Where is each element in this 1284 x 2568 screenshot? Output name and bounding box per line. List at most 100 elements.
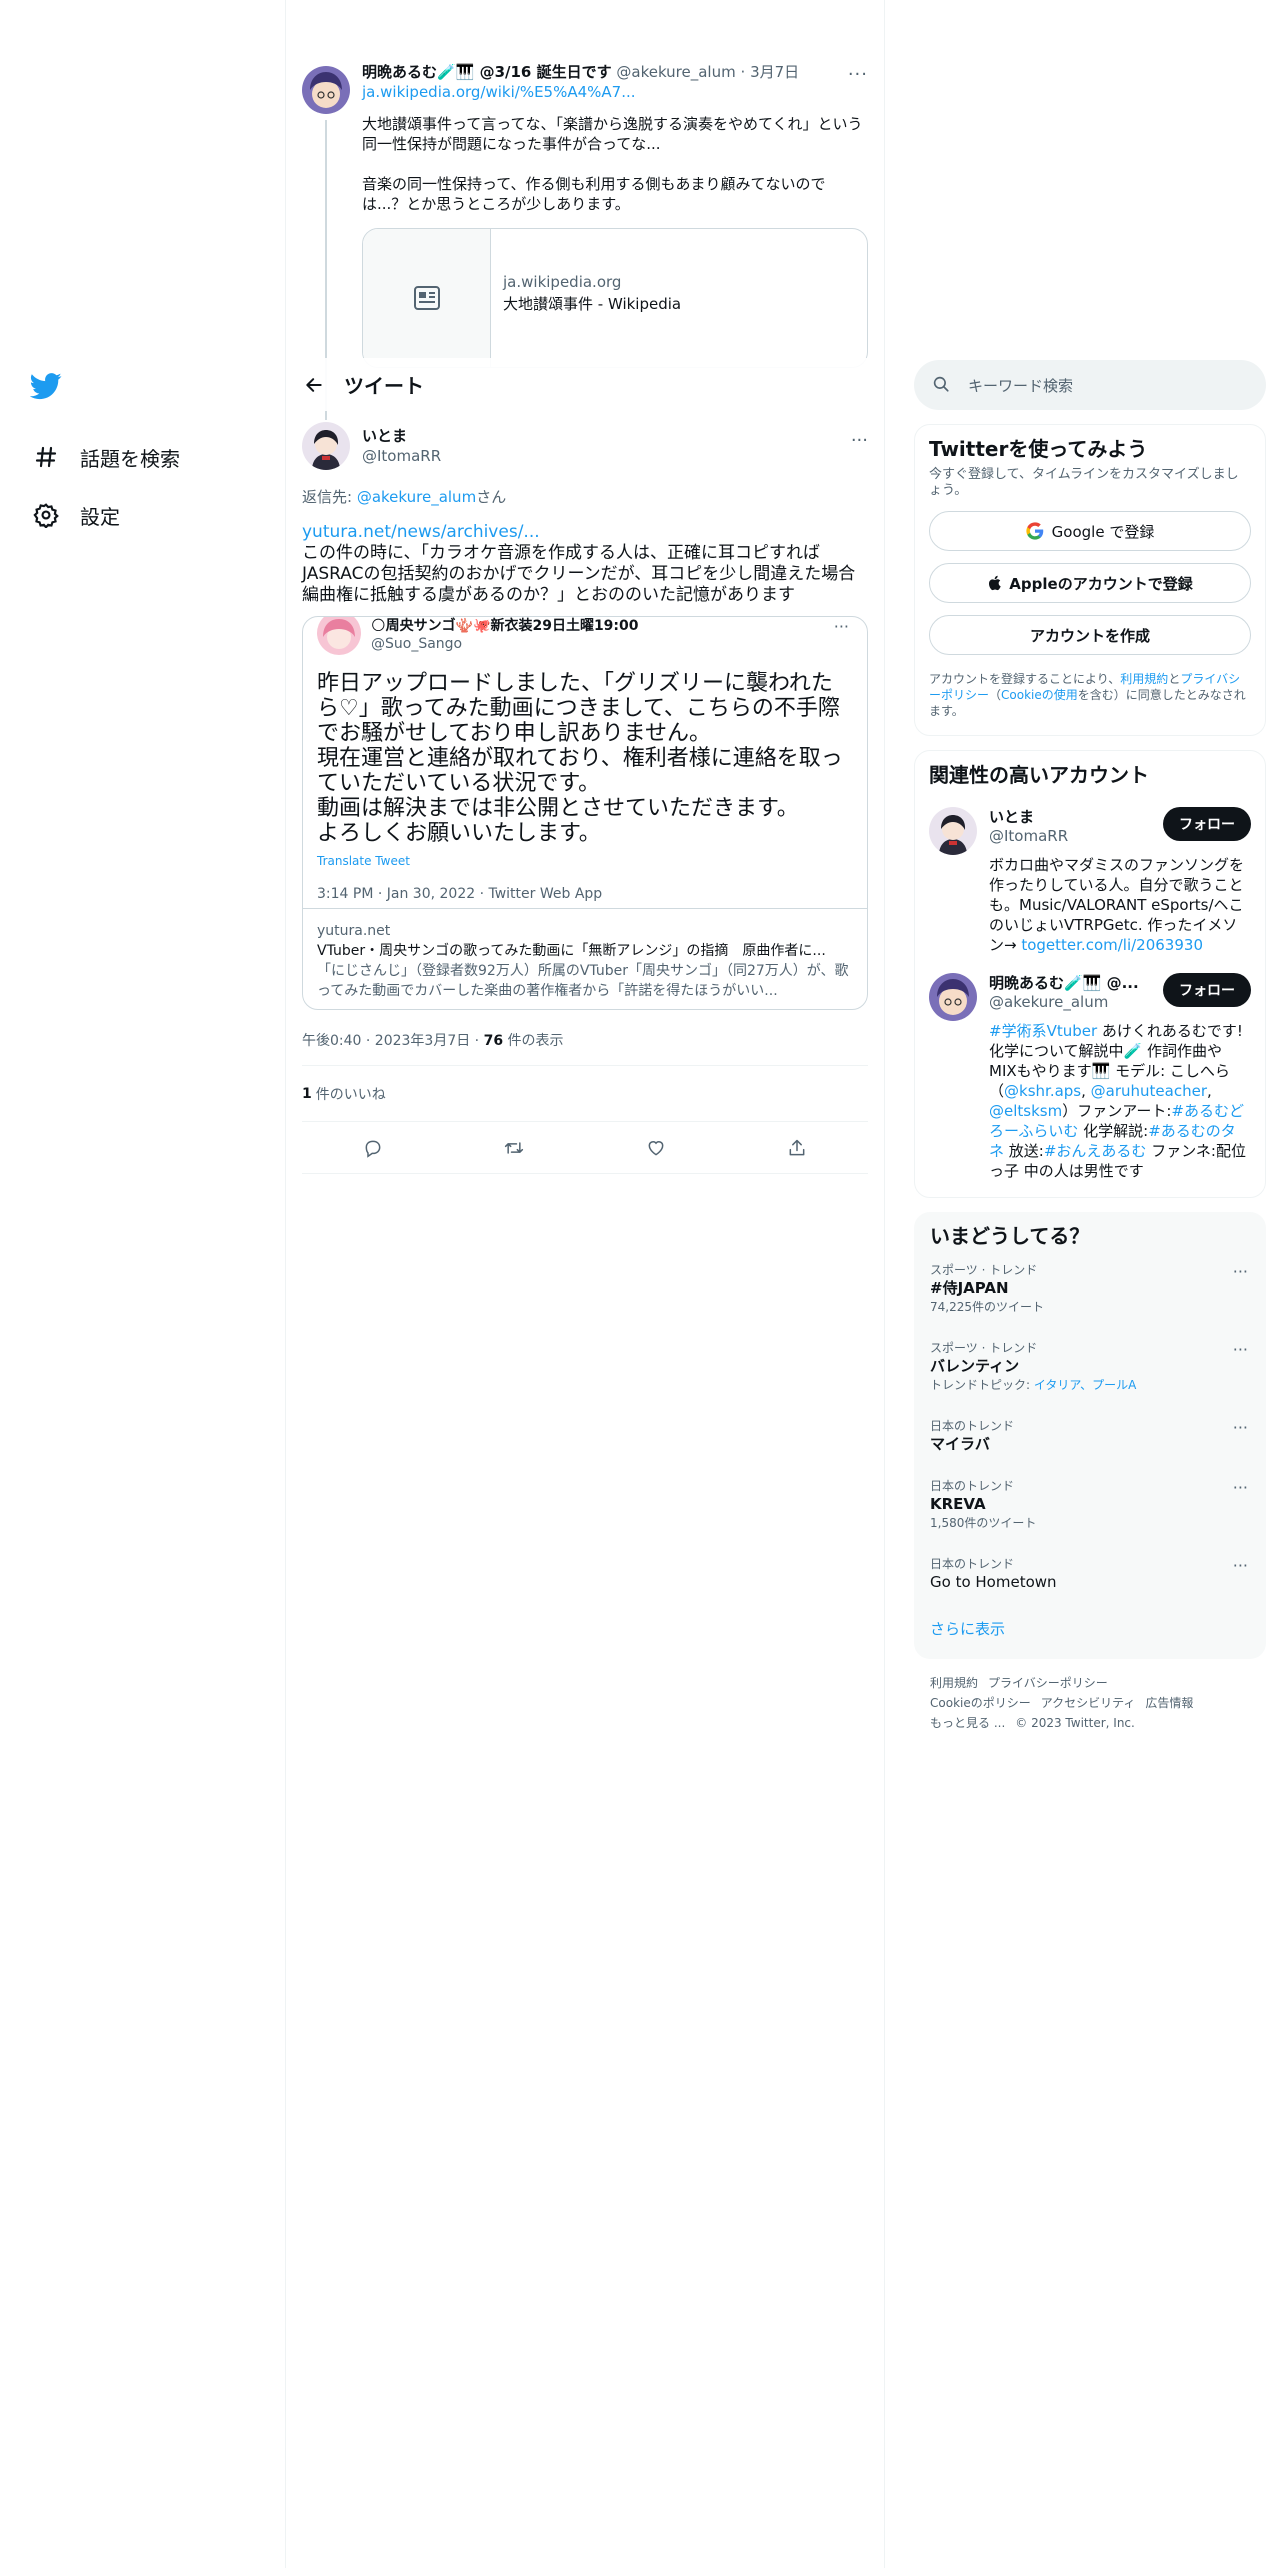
trend-item[interactable]: スポーツ · トレンド #侍JAPAN 74,225件のツイート ··· (930, 1250, 1250, 1328)
trend-category: スポーツ · トレンド (930, 1263, 1038, 1277)
tweet-text: 大地讃頌事件って言ってな、「楽譜から逸脱する演奏をやめてくれ」という同一性保持が… (362, 115, 863, 153)
avatar[interactable] (929, 973, 977, 1021)
trend-category: 日本のトレンド (930, 1419, 1015, 1433)
translate-tweet-link[interactable]: Translate Tweet (303, 846, 867, 868)
cookie-link[interactable]: Cookieの使用 (1001, 688, 1078, 702)
quoted-author-handle[interactable]: @Suo_Sango (371, 635, 639, 653)
reply-icon[interactable] (355, 1130, 391, 1166)
retweet-icon[interactable] (496, 1130, 532, 1166)
twitter-logo-icon[interactable] (29, 370, 70, 410)
follow-button[interactable]: フォロー (1163, 973, 1251, 1007)
author-handle[interactable]: @ItomaRR (362, 446, 441, 466)
reply-to: 返信先: @akekure_alumさん (302, 488, 507, 506)
tweet-text: この件の時に、「カラオケ音源を作成する人は、正確に耳コピすればJASRACの包括… (302, 543, 856, 605)
card-description: 「にじさんじ」（登録者数92万人）所属のVTuber「周央サンゴ」（同27万人）… (317, 963, 849, 999)
tweet-timestamp: 午後0:40 · 2023年3月7日 · 76 件の表示 (302, 1030, 868, 1066)
author-name[interactable]: いとま (362, 426, 441, 446)
tweet-actions (302, 1122, 868, 1174)
card-domain: ja.wikipedia.org (503, 273, 622, 291)
author-name[interactable]: 明晩あるむ🧪🎹 @3/16 誕生日です (362, 63, 612, 81)
like-heart-icon[interactable] (638, 1130, 674, 1166)
more-options-icon[interactable]: ··· (1233, 1262, 1248, 1281)
signup-legal-text: アカウントを登録することにより、利用規約とプライバシーポリシー（Cookieの使… (929, 672, 1246, 718)
card-domain: yutura.net (317, 923, 391, 939)
article-icon (363, 229, 491, 367)
right-sidebar: キーワード検索 Twitterを使ってみよう 今すぐ登録して、タイムラインをカス… (914, 360, 1266, 1733)
signup-subtitle: 今すぐ登録して、タイムラインをカスタマイズしましょう。 (929, 467, 1239, 498)
author-handle[interactable]: @akekure_alum (616, 63, 735, 81)
tweet-link[interactable]: ja.wikipedia.org/wiki/%E5%A4%A7... (362, 82, 868, 102)
nav-settings-label: 設定 (80, 504, 120, 529)
quoted-tweet-meta: 3:14 PM · Jan 30, 2022 · Twitter Web App (317, 886, 603, 902)
view-count: 76 (483, 1033, 504, 1049)
hashtag-icon (30, 441, 62, 473)
footer: 利用規約 プライバシーポリシー Cookieのポリシー アクセシビリティ 広告情報 も… (914, 1673, 1266, 1733)
trend-related: トレンドトピック: イタリア、プールA (930, 1378, 1137, 1392)
avatar[interactable] (929, 807, 977, 855)
account-bio: #学術系Vtuber あけくれあるむです!化学について解説中🧪 作詞作曲やMIX… (989, 1022, 1246, 1180)
trends-title: いまどうしてる？ (930, 1224, 1090, 1248)
more-options-icon[interactable]: ··· (1233, 1478, 1248, 1497)
avatar[interactable] (317, 617, 361, 655)
footer-terms-link[interactable]: 利用規約 (930, 1676, 978, 1690)
trend-item[interactable]: スポーツ · トレンド バレンティン トレンドトピック: イタリア、プールA ·… (930, 1328, 1250, 1406)
trend-category: 日本のトレンド (930, 1557, 1015, 1571)
related-account[interactable]: 明晩あるむ🧪🎹 @... @akekure_alum #学術系Vtuber あけ… (929, 973, 1251, 1181)
tweet-link[interactable]: yutura.net/news/archives/... (302, 521, 868, 543)
related-accounts-panel: 関連性の高いアカウント いとま @ItomaRR ボカロ曲やマダミスのファンソン… (914, 750, 1266, 1198)
avatar[interactable] (302, 66, 350, 114)
footer-privacy-link[interactable]: プライバシーポリシー (988, 1676, 1108, 1690)
trend-topic: Go to Hometown (930, 1573, 1057, 1591)
right-column-border (884, 0, 885, 2568)
trend-count: 1,580件のツイート (930, 1516, 1037, 1530)
trend-topic: バレンティン (930, 1357, 1020, 1375)
related-title: 関連性の高いアカウント (929, 763, 1149, 787)
likes-count[interactable]: 1 件のいいね (302, 1066, 868, 1122)
footer-more-link[interactable]: もっと見る ... (930, 1716, 1005, 1730)
related-account[interactable]: いとま @ItomaRR ボカロ曲やマダミスのファンソングを作ったりしている人。… (929, 807, 1251, 955)
trend-topic: #侍JAPAN (930, 1279, 1009, 1297)
quoted-tweet-text: 昨日アップロードしました、「グリズリーに襲われたら♡」歌ってみた動画につきまして… (317, 671, 843, 846)
create-account-button[interactable]: アカウントを作成 (929, 615, 1251, 655)
reply-mention-link[interactable]: @akekure_alum (357, 488, 476, 506)
share-icon[interactable] (779, 1130, 815, 1166)
quoted-author-name[interactable]: 🌕周央サンゴ🪸🐙新衣装29日土曜19:00 (371, 617, 639, 635)
link-card[interactable]: ja.wikipedia.org 大地讃頌事件 - Wikipedia (362, 228, 868, 368)
trend-category: 日本のトレンド (930, 1479, 1015, 1493)
tweet-header: ツイート (286, 358, 884, 411)
more-options-icon[interactable]: ··· (848, 64, 868, 85)
footer-ads-link[interactable]: 広告情報 (1145, 1696, 1193, 1710)
card-title: VTuber・周央サンゴの歌ってみた動画に「無断アレンジ」の指摘 原曲作者に..… (317, 943, 826, 959)
quoted-link-card[interactable]: yutura.net VTuber・周央サンゴの歌ってみた動画に「無断アレンジ」… (303, 908, 867, 1009)
bio-link[interactable]: togetter.com/li/2063930 (1021, 936, 1203, 954)
more-options-icon[interactable]: ··· (851, 430, 868, 451)
signup-title: Twitterを使ってみよう (929, 437, 1148, 461)
footer-cookie-link[interactable]: Cookieのポリシー (930, 1696, 1031, 1710)
avatar[interactable] (302, 422, 350, 470)
left-nav: 話題を検索 設定 (29, 370, 260, 544)
search-input[interactable]: キーワード検索 (914, 360, 1266, 410)
back-arrow-icon[interactable] (286, 358, 342, 411)
google-signup-button[interactable]: Google で登録 (929, 511, 1251, 551)
tweet-date[interactable]: 3月7日 (750, 63, 799, 81)
nav-settings[interactable]: 設定 (30, 486, 260, 544)
more-options-icon[interactable]: ··· (1233, 1556, 1248, 1575)
trend-item[interactable]: 日本のトレンド KREVA 1,580件のツイート ··· (930, 1466, 1250, 1544)
nav-explore[interactable]: 話題を検索 (30, 428, 260, 486)
trend-item[interactable]: 日本のトレンド マイラバ ··· (930, 1406, 1250, 1466)
tweet-text: 音楽の同一性保持って、作る側も利用する側もあまり顧みてないのでは...？とか思う… (362, 175, 826, 213)
more-options-icon[interactable]: ··· (834, 617, 849, 636)
show-more-link[interactable]: さらに表示 (930, 1604, 1250, 1645)
footer-accessibility-link[interactable]: アクセシビリティ (1041, 1696, 1136, 1710)
follow-button[interactable]: フォロー (1163, 807, 1251, 841)
trend-count: 74,225件のツイート (930, 1300, 1044, 1314)
more-options-icon[interactable]: ··· (1233, 1340, 1248, 1359)
apple-signup-button[interactable]: Appleのアカウントで登録 (929, 563, 1251, 603)
trend-item[interactable]: 日本のトレンド Go to Hometown ··· (930, 1544, 1250, 1604)
page-title: ツイート (344, 374, 424, 398)
more-options-icon[interactable]: ··· (1233, 1418, 1248, 1437)
search-placeholder: キーワード検索 (968, 376, 1074, 395)
copyright: © 2023 Twitter, Inc. (1015, 1716, 1135, 1730)
terms-link[interactable]: 利用規約 (1120, 672, 1168, 686)
quoted-tweet[interactable]: 🌕周央サンゴ🪸🐙新衣装29日土曜19:00 @Suo_Sango ··· 昨日ア… (302, 616, 868, 1010)
